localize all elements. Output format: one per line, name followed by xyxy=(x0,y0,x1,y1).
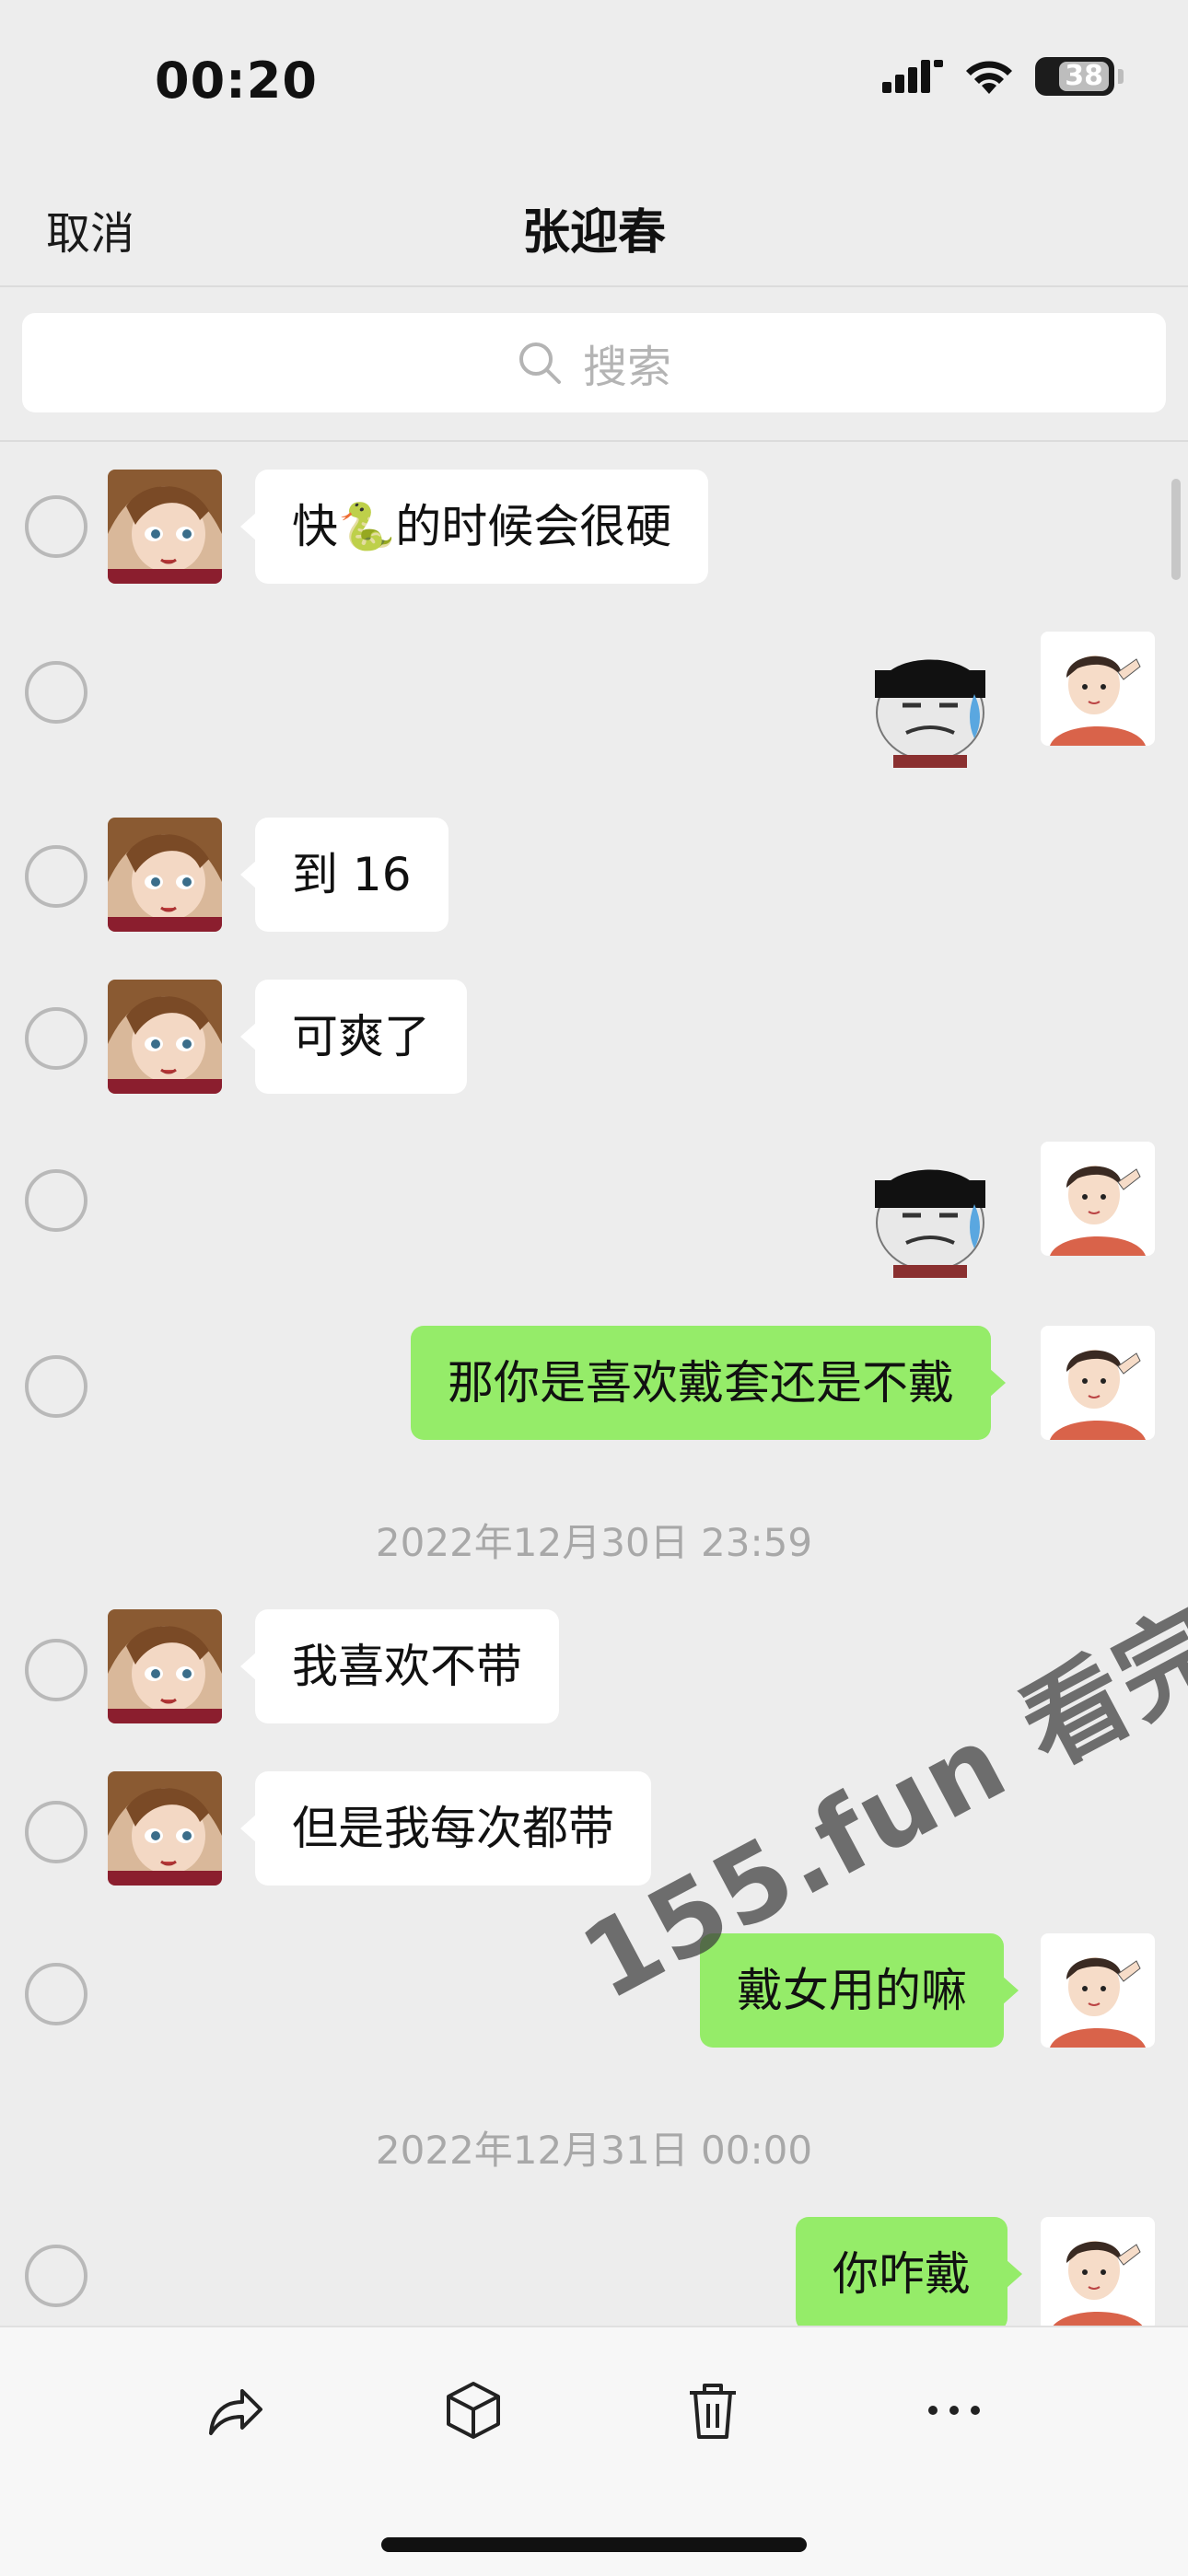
status-time: 00:20 xyxy=(155,52,318,110)
select-circle[interactable] xyxy=(25,1639,87,1701)
scrollbar[interactable] xyxy=(1171,479,1181,580)
contact-avatar[interactable] xyxy=(108,980,222,1094)
select-circle[interactable] xyxy=(25,1007,87,1070)
delete-icon[interactable] xyxy=(676,2373,750,2447)
select-circle[interactable] xyxy=(25,1355,87,1418)
select-circle[interactable] xyxy=(25,661,87,724)
select-circle[interactable] xyxy=(25,1963,87,2025)
message-bubble-received[interactable]: 但是我每次都带 xyxy=(240,1771,651,1886)
message-bubble-received[interactable]: 我喜欢不带 xyxy=(240,1609,559,1723)
contact-avatar[interactable] xyxy=(108,470,222,584)
message-bubble-received[interactable]: 快🐍的时候会很硬 xyxy=(239,470,709,584)
my-avatar[interactable] xyxy=(1041,1142,1155,1256)
meme-face-sticker[interactable] xyxy=(866,630,1004,768)
message-bubble-sent[interactable]: 你咋戴 xyxy=(796,2217,1022,2331)
contact-avatar[interactable] xyxy=(108,1609,222,1723)
home-indicator[interactable] xyxy=(381,2537,807,2552)
search-placeholder: 搜索 xyxy=(582,342,671,393)
battery-tip xyxy=(1118,69,1124,84)
battery-level: 38 xyxy=(1059,62,1109,91)
my-avatar[interactable] xyxy=(1041,632,1155,746)
select-circle[interactable] xyxy=(25,2245,87,2307)
meme-face-sticker[interactable] xyxy=(866,1140,1004,1278)
wifi-icon xyxy=(966,61,1012,94)
select-circle[interactable] xyxy=(25,1169,87,1232)
message-bubble-received[interactable]: 可爽了 xyxy=(240,980,467,1094)
search-input[interactable]: 搜索 xyxy=(22,313,1166,412)
my-avatar[interactable] xyxy=(1041,1933,1155,2048)
my-avatar[interactable] xyxy=(1041,2217,1155,2331)
status-icons: 38 xyxy=(882,57,1124,96)
search-divider xyxy=(0,440,1188,442)
select-circle[interactable] xyxy=(25,495,87,558)
timestamp: 2022年12月30日 23:59 xyxy=(375,1520,813,1565)
message-bubble-sent[interactable]: 那你是喜欢戴套还是不戴 xyxy=(411,1326,1006,1440)
contact-avatar[interactable] xyxy=(108,1771,222,1886)
cancel-button[interactable]: 取消 xyxy=(46,197,134,261)
select-circle[interactable] xyxy=(25,1801,87,1863)
share-icon[interactable] xyxy=(197,2373,271,2447)
contact-avatar[interactable] xyxy=(108,818,222,932)
favorite-box-icon[interactable] xyxy=(437,2373,510,2447)
timestamp: 2022年12月31日 00:00 xyxy=(375,2128,813,2173)
nav-divider xyxy=(0,285,1188,287)
message-bubble-received[interactable]: 到 16 xyxy=(240,818,448,932)
select-circle[interactable] xyxy=(25,845,87,908)
battery-icon: 38 xyxy=(1035,57,1114,96)
cellular-signal-icon xyxy=(882,60,943,93)
more-icon[interactable] xyxy=(917,2373,991,2447)
my-avatar[interactable] xyxy=(1041,1326,1155,1440)
search-icon xyxy=(518,342,561,384)
chat-title: 张迎春 xyxy=(521,205,666,261)
